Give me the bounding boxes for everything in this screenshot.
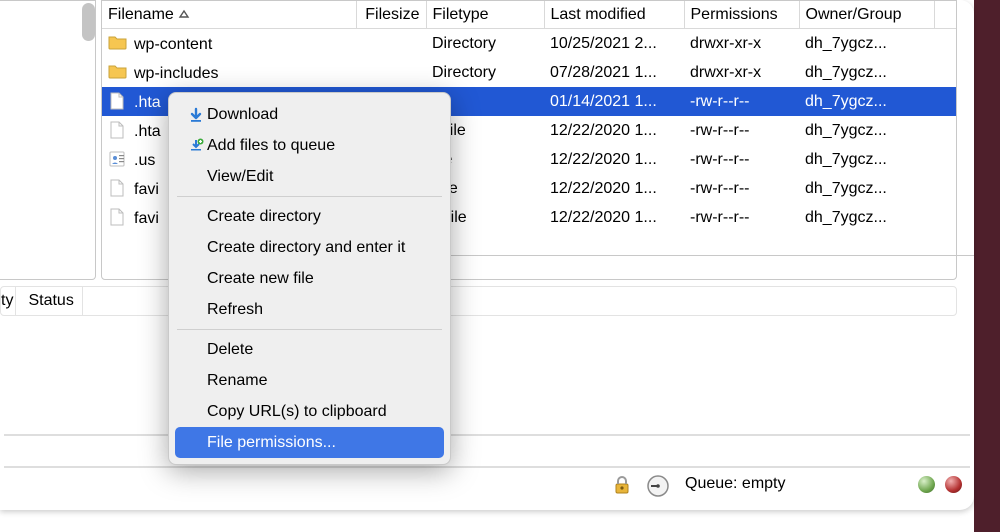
filename-text: .hta: [134, 123, 161, 140]
menu-create-dir[interactable]: Create directory: [169, 201, 450, 232]
cell-filesize: [356, 29, 426, 59]
file-icon: [108, 179, 128, 197]
menu-add-queue[interactable]: Add files to queue: [169, 130, 450, 161]
cell-modified: 12/22/2020 1...: [544, 116, 684, 145]
status-col-ty[interactable]: ty: [1, 287, 16, 315]
menu-label: Download: [207, 99, 278, 130]
menu-file-permissions[interactable]: File permissions...: [175, 427, 444, 458]
status-col-status[interactable]: Status: [20, 287, 82, 315]
desktop-background: [974, 0, 1000, 532]
cell-owner: dh_7ygcz...: [799, 145, 934, 174]
filename-text: .hta: [134, 94, 161, 111]
col-owner[interactable]: Owner/Group: [799, 1, 934, 29]
download-icon: [185, 107, 207, 123]
menu-label: File permissions...: [207, 427, 336, 458]
user-icon: [108, 150, 128, 168]
meter-icon[interactable]: [646, 474, 670, 503]
sort-asc-icon: [178, 6, 190, 24]
menu-label: View/Edit: [207, 161, 273, 192]
filename-text: .us: [134, 152, 155, 169]
app-window: Filename Filesize Filetype Last modified…: [0, 0, 974, 510]
cell-filetype: Directory: [426, 58, 544, 87]
table-row[interactable]: wp-content Directory10/25/2021 2...drwxr-…: [102, 29, 956, 59]
filename-text: favi: [134, 181, 159, 198]
status-dot-green: [918, 476, 935, 493]
cell-owner: dh_7ygcz...: [799, 58, 934, 87]
cell-owner: dh_7ygcz...: [799, 116, 934, 145]
menu-label: Create directory and enter it: [207, 232, 405, 263]
table-row[interactable]: wp-includes Directory07/28/2021 1...drwxr…: [102, 58, 956, 87]
menu-refresh[interactable]: Refresh: [169, 294, 450, 325]
divider: [4, 434, 970, 436]
menu-rename[interactable]: Rename: [169, 365, 450, 396]
col-modified[interactable]: Last modified: [544, 1, 684, 29]
cell-owner: dh_7ygcz...: [799, 203, 934, 232]
menu-view-edit[interactable]: View/Edit: [169, 161, 450, 192]
cell-filename: wp-includes: [102, 58, 356, 87]
menu-separator: [177, 196, 442, 197]
cell-permissions: -rw-r--r--: [684, 145, 799, 174]
menu-create-dir-enter[interactable]: Create directory and enter it: [169, 232, 450, 263]
cell-owner: dh_7ygcz...: [799, 174, 934, 203]
cell-permissions: -rw-r--r--: [684, 116, 799, 145]
divider: [4, 466, 970, 468]
menu-label: Copy URL(s) to clipboard: [207, 396, 387, 427]
menu-copy-url[interactable]: Copy URL(s) to clipboard: [169, 396, 450, 427]
col-filename[interactable]: Filename: [102, 1, 356, 29]
cell-filesize: [356, 58, 426, 87]
queue-label: Queue: empty: [685, 475, 786, 493]
folder-icon: [108, 34, 128, 52]
table-header-row: Filename Filesize Filetype Last modified…: [102, 1, 956, 29]
cell-permissions: drwxr-xr-x: [684, 58, 799, 87]
file-icon: [108, 208, 128, 226]
menu-label: Rename: [207, 365, 267, 396]
menu-label: Create new file: [207, 263, 314, 294]
cell-modified: 12/22/2020 1...: [544, 203, 684, 232]
col-filetype[interactable]: Filetype: [426, 1, 544, 29]
menu-label: Create directory: [207, 201, 321, 232]
cell-modified: 07/28/2021 1...: [544, 58, 684, 87]
menu-separator: [177, 329, 442, 330]
menu-create-file[interactable]: Create new file: [169, 263, 450, 294]
status-dots: [912, 476, 962, 498]
lock-icon: [611, 474, 633, 501]
cell-filetype: Directory: [426, 29, 544, 59]
add-queue-icon: [185, 138, 207, 154]
cell-modified: 12/22/2020 1...: [544, 174, 684, 203]
status-bar: ty Status: [0, 286, 957, 316]
cell-permissions: -rw-r--r--: [684, 203, 799, 232]
col-filesize[interactable]: Filesize: [356, 1, 426, 29]
context-menu: Download Add files to queue View/Edit Cr…: [168, 92, 451, 465]
menu-label: Refresh: [207, 294, 263, 325]
col-permissions[interactable]: Permissions: [684, 1, 799, 29]
cell-permissions: -rw-r--r--: [684, 87, 799, 116]
menu-label: Add files to queue: [207, 130, 335, 161]
cell-owner: dh_7ygcz...: [799, 87, 934, 116]
cell-modified: 10/25/2021 2...: [544, 29, 684, 59]
filename-text: wp-includes: [134, 65, 218, 82]
left-pane: [0, 0, 96, 280]
cell-modified: 01/14/2021 1...: [544, 87, 684, 116]
menu-label: Delete: [207, 334, 253, 365]
menu-delete[interactable]: Delete: [169, 334, 450, 365]
file-icon: [108, 121, 128, 139]
cell-permissions: -rw-r--r--: [684, 174, 799, 203]
filename-text: wp-content: [134, 36, 212, 53]
folder-icon: [108, 63, 128, 81]
status-dot-red: [945, 476, 962, 493]
cell-filename: wp-content: [102, 29, 356, 59]
cell-permissions: drwxr-xr-x: [684, 29, 799, 59]
cell-modified: 12/22/2020 1...: [544, 145, 684, 174]
menu-download[interactable]: Download: [169, 99, 450, 130]
filename-text: favi: [134, 210, 159, 227]
col-spacer: [934, 1, 956, 29]
file-icon: [108, 92, 128, 110]
cell-owner: dh_7ygcz...: [799, 29, 934, 59]
bottom-panel: Queue: empty: [0, 434, 974, 510]
